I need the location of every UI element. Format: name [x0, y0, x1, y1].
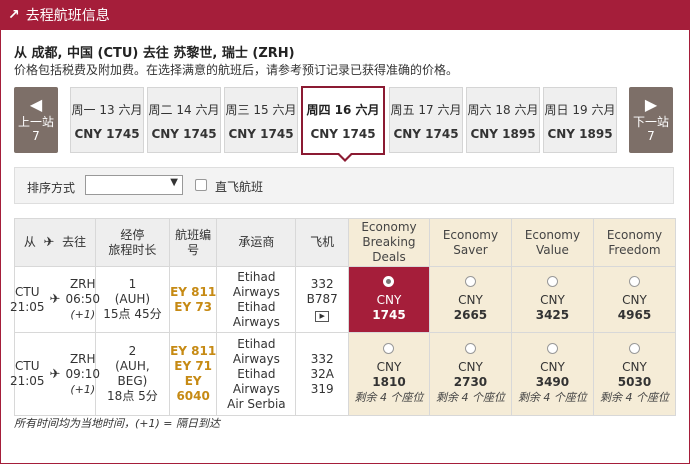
fare-option[interactable]: CNY 3490 剩余 4 个座位: [510, 332, 594, 416]
plane-icon: ✈: [43, 235, 55, 250]
flight-number-link[interactable]: EY 811: [170, 344, 217, 359]
fare-radio[interactable]: [546, 276, 558, 287]
date-tab-date: 周三 15 六月: [225, 103, 297, 117]
date-tab-date: 周五 17 六月: [390, 103, 462, 117]
aircraft-cell: 332 B787 ▶: [295, 266, 349, 333]
fare-radio[interactable]: [464, 343, 476, 354]
fare-option[interactable]: CNY 3425: [510, 266, 594, 333]
date-tab-3-selected[interactable]: 周四 16 六月 CNY 1745: [301, 86, 385, 162]
fare-option[interactable]: CNY 2665: [428, 266, 512, 333]
filter-bar: 排序方式 ▼ 直飞航班: [14, 167, 674, 204]
chevron-down-icon: ▼: [170, 177, 178, 188]
stops-cell: 1 (AUH) 15点 45分: [94, 266, 170, 333]
date-tab-date: 周一 13 六月: [71, 103, 143, 117]
stops-cell: 2 (AUH, BEG) 18点 5分: [94, 332, 170, 416]
fare-option-selected[interactable]: CNY 1745: [348, 266, 430, 333]
col-header-stops: 经停 旅程时长: [94, 218, 170, 267]
date-tab-5[interactable]: 周六 18 六月 CNY 1895: [466, 87, 540, 153]
carrier-cell: Etihad Airways Etihad Airways: [216, 266, 297, 333]
sort-label: 排序方式: [27, 181, 76, 195]
col-header-flight: 航班编 号: [168, 218, 218, 267]
date-tab-price: CNY 1745: [74, 127, 140, 141]
date-tab-date: 周四 16 六月: [306, 103, 380, 117]
fare-option[interactable]: CNY 1810 剩余 4 个座位: [348, 332, 430, 416]
date-tab-price: CNY 1895: [470, 127, 536, 141]
route-cell: CTU 21:05 ✈ ZRH 09:10 (+1): [10, 332, 100, 416]
date-tab-price: CNY 1895: [547, 127, 613, 141]
date-tab-price: CNY 1745: [310, 127, 376, 141]
fare-radio[interactable]: [464, 276, 476, 287]
date-tab-0[interactable]: 周一 13 六月 CNY 1745: [70, 87, 144, 153]
fare-radio[interactable]: [546, 343, 558, 354]
flight-number-link[interactable]: EY 73: [170, 300, 217, 315]
col-header-carrier: 承运商: [216, 218, 297, 267]
time-footnote: 所有时间均为当地时间，(+1) = 隔日到达: [14, 417, 221, 430]
date-tab-price: CNY 1745: [151, 127, 217, 141]
date-tab-6[interactable]: 周日 19 六月 CNY 1895: [543, 87, 617, 153]
previous-week-label: 上一站: [17, 115, 54, 129]
fare-option[interactable]: CNY 5030 剩余 4 个座位: [592, 332, 677, 416]
table-row: CTU 21:05 ✈ ZRH 09:10 (+1) 2 (AUH, BEG) …: [10, 332, 677, 416]
col-header-from-to: 从 ✈ 去往: [14, 218, 96, 267]
arrow-up-right-icon: ↗: [8, 7, 20, 23]
col-header-economy-breaking-deals: Economy Breaking Deals: [348, 218, 430, 267]
fare-option[interactable]: CNY 2730 剩余 4 个座位: [428, 332, 512, 416]
col-header-economy-saver: Economy Saver: [428, 218, 512, 267]
flight-number-link[interactable]: EY 6040: [170, 374, 217, 404]
date-tab-date: 周二 14 六月: [148, 103, 220, 117]
col-header-economy-freedom: Economy Freedom: [592, 218, 677, 267]
flight-number-link[interactable]: EY 811: [170, 285, 217, 300]
flight-number-cell: EY 811 EY 71 EY 6040: [168, 332, 218, 416]
date-tab-price: CNY 1745: [228, 127, 294, 141]
date-tab-price: CNY 1745: [393, 127, 459, 141]
chevron-right-icon: ▶: [644, 95, 658, 114]
previous-week-count: 7: [32, 129, 40, 143]
plane-icon: ✈: [49, 366, 61, 382]
chevron-left-icon: ◀: [29, 95, 43, 114]
price-note: 价格包括税费及附加费。在选择满意的航班后，请参考预订记录已获得准确的价格。: [14, 63, 459, 77]
date-tab-1[interactable]: 周二 14 六月 CNY 1745: [147, 87, 221, 153]
flight-number-link[interactable]: EY 71: [170, 359, 217, 374]
fare-radio[interactable]: [628, 343, 640, 354]
fare-radio[interactable]: [383, 343, 395, 354]
fare-radio[interactable]: [383, 276, 395, 287]
next-week-count: 7: [647, 129, 655, 143]
section-header: ↗ 去程航班信息: [0, 0, 690, 30]
col-header-economy-value: Economy Value: [510, 218, 594, 267]
date-tab-date: 周日 19 六月: [544, 103, 616, 117]
seats-remaining: 剩余 4 个座位: [354, 391, 424, 404]
date-tab-date: 周六 18 六月: [467, 103, 539, 117]
section-title: 去程航班信息: [25, 8, 110, 24]
play-icon[interactable]: ▶: [315, 311, 330, 322]
route-cell: CTU 21:05 ✈ ZRH 06:50 (+1): [10, 266, 100, 333]
flights-table: 从 ✈ 去往 经停 旅程时长 航班编 号 承运商 飞机 Economy Brea…: [10, 218, 677, 416]
table-row: CTU 21:05 ✈ ZRH 06:50 (+1) 1 (AUH) 15点 4…: [10, 266, 677, 333]
next-week-button[interactable]: ▶ 下一站 7: [629, 87, 673, 153]
sort-select[interactable]: ▼: [85, 175, 183, 195]
fare-option[interactable]: CNY 4965: [592, 266, 677, 333]
seats-remaining: 剩余 4 个座位: [599, 391, 669, 404]
flight-number-cell: EY 811 EY 73: [168, 266, 218, 333]
route-title: 从 成都, 中国 (CTU) 去往 苏黎世, 瑞士 (ZRH): [14, 46, 295, 61]
seats-remaining: 剩余 4 个座位: [517, 391, 587, 404]
direct-flights-label: 直飞航班: [215, 180, 264, 194]
plane-icon: ✈: [49, 292, 61, 307]
date-tab-2[interactable]: 周三 15 六月 CNY 1745: [224, 87, 298, 153]
fare-radio[interactable]: [628, 276, 640, 287]
date-tab-4[interactable]: 周五 17 六月 CNY 1745: [389, 87, 463, 153]
col-header-aircraft: 飞机: [295, 218, 349, 267]
direct-flights-checkbox[interactable]: [195, 179, 207, 191]
carrier-cell: Etihad Airways Etihad Airways Air Serbia: [216, 332, 297, 416]
aircraft-cell: 332 32A 319: [295, 332, 349, 416]
previous-week-button[interactable]: ◀ 上一站 7: [14, 87, 58, 153]
seats-remaining: 剩余 4 个座位: [435, 391, 505, 404]
next-week-label: 下一站: [632, 115, 669, 129]
